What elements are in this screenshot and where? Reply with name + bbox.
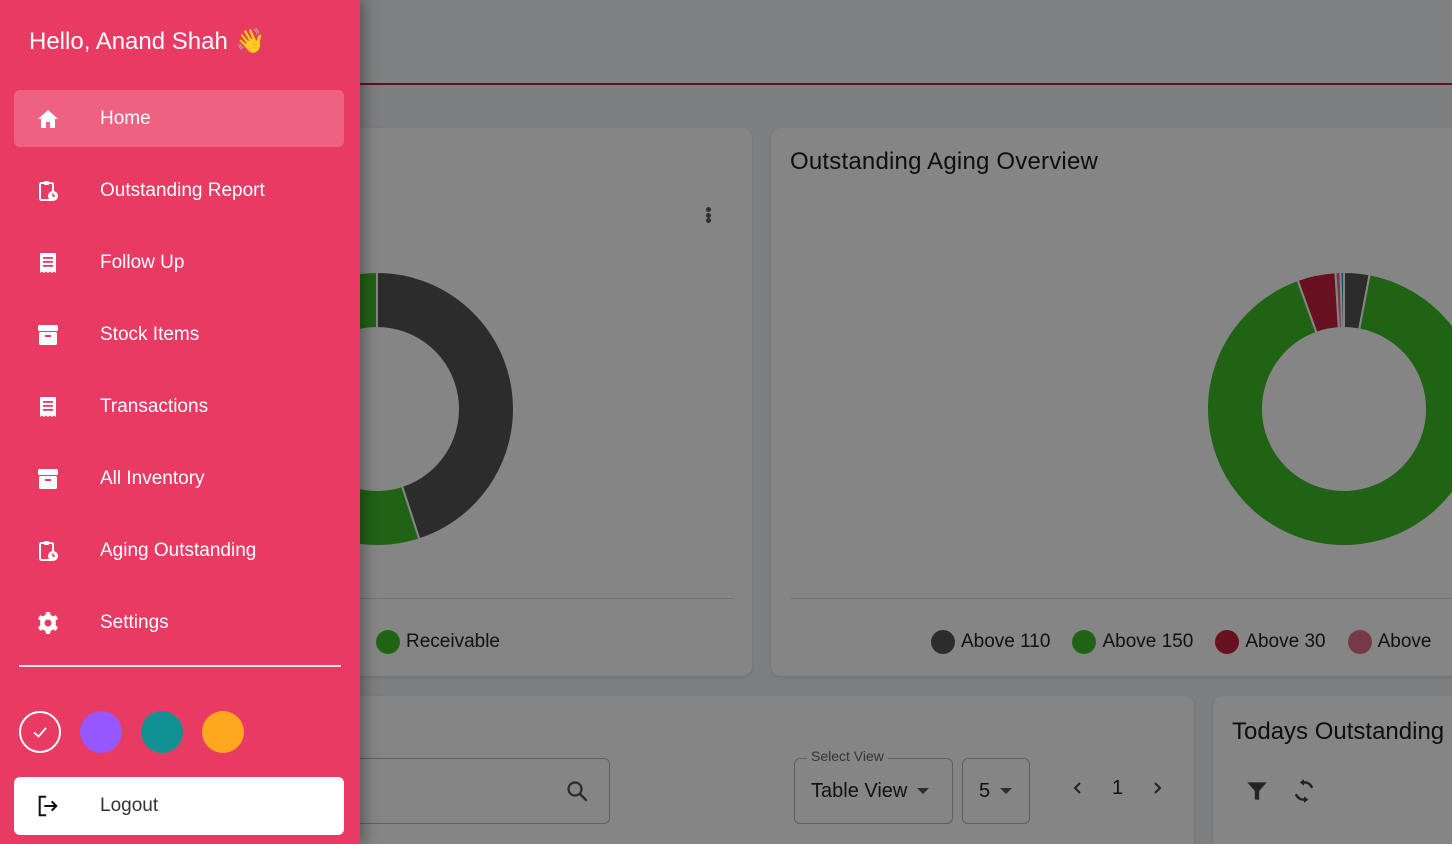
home-icon: [36, 107, 60, 131]
greeting: Hello, Anand Shah 👋: [29, 27, 266, 56]
sidebar-item-label: Aging Outstanding: [100, 539, 257, 561]
theme-swatch-purple[interactable]: [80, 711, 122, 753]
archive-box-icon: [36, 467, 60, 491]
sidebar-item-label: Home: [100, 107, 151, 129]
receipt-icon: [36, 251, 60, 275]
sidebar-item-label: Transactions: [100, 395, 209, 417]
clipboard-clock-icon: [36, 179, 60, 203]
sidebar-item-outstanding-report[interactable]: Outstanding Report: [14, 162, 344, 219]
waving-hand-icon: 👋: [235, 28, 266, 55]
theme-swatch-pink[interactable]: [19, 711, 61, 753]
theme-swatch-orange[interactable]: [202, 711, 244, 753]
theme-swatch-teal[interactable]: [141, 711, 183, 753]
sidebar-item-label: Settings: [100, 611, 169, 633]
logout-button[interactable]: Logout: [14, 777, 344, 835]
sidebar-item-label: Outstanding Report: [100, 179, 265, 201]
checkmark-icon: [33, 727, 47, 738]
nav-menu: Home Outstanding Report Follow Up Stock …: [14, 90, 344, 666]
receipt-icon: [36, 395, 60, 419]
clipboard-clock-icon: [36, 539, 60, 563]
sidebar-item-transactions[interactable]: Transactions: [14, 378, 344, 435]
sidebar-item-label: Stock Items: [100, 323, 200, 345]
sidebar-item-home[interactable]: Home: [14, 90, 344, 147]
logout-label: Logout: [100, 795, 159, 816]
gear-icon: [36, 611, 60, 635]
navigation-drawer: Hello, Anand Shah 👋 Home Outstanding Rep…: [0, 0, 360, 844]
theme-color-picker: [19, 711, 244, 753]
archive-box-icon: [36, 323, 60, 347]
drawer-divider: [19, 665, 341, 667]
sidebar-item-label: Follow Up: [100, 251, 185, 273]
sidebar-item-aging-outstanding[interactable]: Aging Outstanding: [14, 522, 344, 579]
sidebar-item-all-inventory[interactable]: All Inventory: [14, 450, 344, 507]
greeting-text: Hello, Anand Shah: [29, 27, 228, 55]
sidebar-item-follow-up[interactable]: Follow Up: [14, 234, 344, 291]
sidebar-item-stock-items[interactable]: Stock Items: [14, 306, 344, 363]
sidebar-item-settings[interactable]: Settings: [14, 594, 344, 651]
logout-icon: [36, 794, 60, 818]
sidebar-item-label: All Inventory: [100, 467, 205, 489]
